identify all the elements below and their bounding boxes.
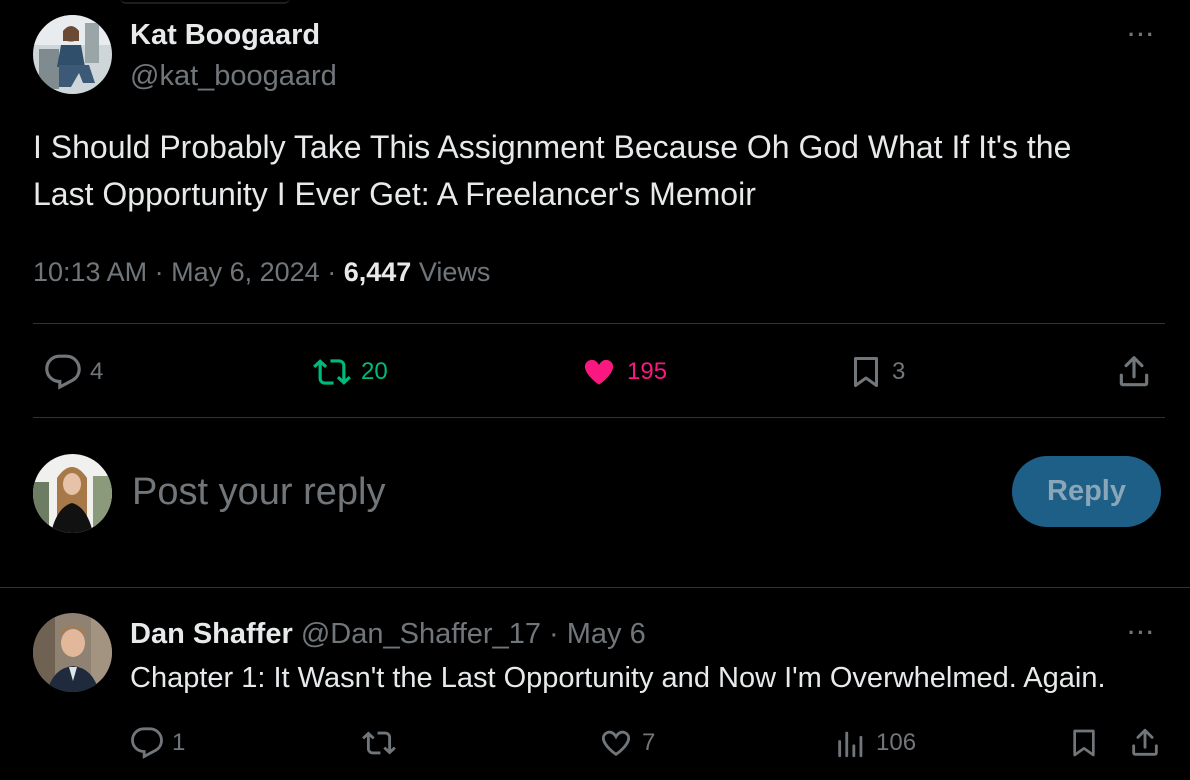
reply-action[interactable]: 4: [44, 353, 103, 391]
heart-icon: [579, 353, 619, 391]
share-icon: [1115, 353, 1153, 391]
heart-icon: [598, 726, 634, 760]
bookmark-icon: [848, 353, 884, 391]
divider: [33, 323, 1165, 324]
more-icon[interactable]: ···: [1128, 22, 1156, 48]
views-label: Views: [418, 257, 491, 287]
bookmark-count: 3: [892, 358, 906, 385]
author-avatar[interactable]: [33, 15, 112, 94]
bookmark-icon: [1068, 726, 1100, 760]
reply-views-action[interactable]: 106: [834, 726, 916, 760]
reply-share-button[interactable]: [1128, 726, 1162, 760]
reply-input[interactable]: [132, 462, 952, 522]
views-icon: [834, 726, 868, 760]
reply-header: Dan Shaffer @Dan_Shaffer_17 · May 6: [130, 616, 646, 652]
share-button[interactable]: [1115, 353, 1153, 391]
author-handle[interactable]: @kat_boogaard: [130, 58, 337, 94]
reply-button[interactable]: Reply: [1012, 456, 1161, 527]
repost-count: 20: [361, 358, 388, 385]
reply-author-avatar[interactable]: [33, 613, 112, 692]
author-name[interactable]: Kat Boogaard: [130, 17, 320, 53]
post-time[interactable]: 10:13 AM: [33, 257, 147, 287]
reply-reply-count: 1: [172, 729, 186, 756]
reply-views-count: 106: [876, 729, 917, 756]
section-divider: [0, 587, 1190, 588]
reply-icon: [130, 726, 164, 760]
more-icon[interactable]: ···: [1128, 620, 1156, 646]
repost-icon: [311, 353, 353, 391]
reply-bookmark-action[interactable]: [1068, 726, 1100, 760]
reply-count: 4: [90, 358, 104, 385]
like-action[interactable]: 195: [579, 353, 667, 391]
bookmark-action[interactable]: 3: [848, 353, 905, 391]
meta-separator: ·: [154, 257, 164, 287]
views-count: 6,447: [343, 257, 412, 287]
post-date[interactable]: May 6, 2024: [171, 257, 320, 287]
post-text-line-2: Last Opportunity I Ever Get: A Freelance…: [33, 176, 756, 212]
share-icon: [1128, 726, 1162, 760]
post-meta: 10:13 AM · May 6, 2024 · 6,447 Views: [33, 255, 490, 289]
repost-icon: [360, 726, 398, 760]
reply-text: Chapter 1: It Wasn't the Last Opportunit…: [130, 662, 1106, 694]
reply-date[interactable]: May 6: [567, 618, 646, 650]
reply-author-name[interactable]: Dan Shaffer: [130, 618, 293, 650]
reply-like-action[interactable]: 7: [598, 726, 655, 760]
reply-author-handle[interactable]: @Dan_Shaffer_17: [301, 618, 541, 650]
reply-like-count: 7: [642, 729, 656, 756]
repost-action[interactable]: 20: [311, 353, 388, 391]
meta-separator: ·: [549, 618, 559, 650]
reply-reply-action[interactable]: 1: [130, 726, 185, 760]
previous-item-edge: [120, 0, 290, 4]
current-user-avatar[interactable]: [33, 454, 112, 533]
reply-icon: [44, 353, 82, 391]
reply-repost-action[interactable]: [360, 726, 398, 760]
divider: [33, 417, 1165, 418]
like-count: 195: [627, 358, 668, 385]
meta-separator: ·: [327, 257, 337, 287]
post-text-line-1: I Should Probably Take This Assignment B…: [33, 129, 1072, 165]
